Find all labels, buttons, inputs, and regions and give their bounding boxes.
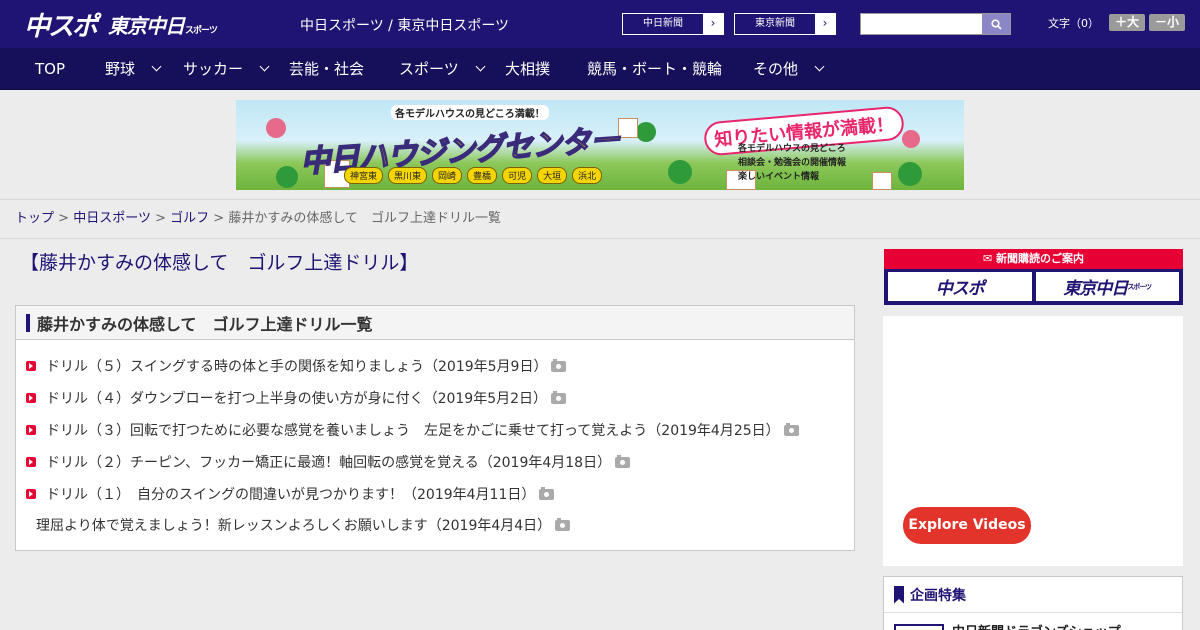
subscription-box: ✉ 新聞購読のご案内 中スポ 東京中日 スポーツ	[884, 249, 1183, 305]
feature-item[interactable]: 中日新聞ドラゴンズショップ	[884, 613, 1182, 630]
breadcrumb-golf[interactable]: ゴルフ	[170, 211, 209, 226]
tokyo-shimbun-button[interactable]: 東京新聞 ›	[734, 13, 836, 35]
arrow-bullet-icon	[26, 489, 36, 499]
chevron-down-icon	[814, 61, 825, 72]
font-size-label: 文字（0）	[1048, 16, 1099, 30]
arrow-bullet-icon	[26, 425, 36, 435]
search-input[interactable]	[861, 14, 982, 34]
ribbon-icon	[894, 585, 904, 604]
font-smaller-button[interactable]: －小	[1149, 14, 1186, 31]
font-size-control: 文字（0） ＋大 －小	[1048, 14, 1186, 31]
chevron-right-icon: ›	[815, 14, 835, 34]
camera-icon	[539, 486, 555, 500]
page-title: 【藤井かすみの体感して ゴルフ上達ドリル】	[20, 252, 419, 274]
banner-towns: 神宮東 黒川東 岡崎 豊橋 可児 大垣 浜北	[344, 167, 603, 184]
housing-center-banner[interactable]: 各モデルハウスの見どころ満載！ 中日ハウジングセンター 知りたい情報が満載！ 各…	[236, 100, 964, 190]
search-button[interactable]	[982, 14, 1010, 34]
chevron-down-icon	[259, 61, 270, 72]
subscription-heading[interactable]: ✉ 新聞購読のご案内	[884, 249, 1183, 269]
newspaper-icon: ✉	[982, 252, 997, 265]
camera-icon	[555, 517, 571, 531]
explore-videos-button[interactable]: Explore Videos	[903, 507, 1031, 544]
chevron-down-icon	[151, 61, 162, 72]
nav-racing[interactable]: 競馬・ボート・競輪	[587, 48, 722, 90]
feature-box: 企画特集 中日新聞ドラゴンズショップ	[883, 576, 1183, 630]
arrow-bullet-icon	[26, 393, 36, 403]
site-links[interactable]: 中日スポーツ / 東京中日スポーツ	[300, 15, 509, 35]
logo-chuspo: 中スポ	[24, 11, 98, 42]
breadcrumb-top[interactable]: トップ	[15, 211, 54, 226]
chevron-right-icon: ›	[703, 14, 723, 34]
search-icon	[990, 18, 1002, 30]
nav-baseball[interactable]: 野球	[105, 48, 162, 90]
camera-icon	[551, 390, 567, 404]
list-item[interactable]: 理屈より体で覚えましょう！新レッスンよろしくお願いします（2019年4月4日）	[26, 510, 854, 540]
top-header: 中スポ 東京中日スポーツ 中日スポーツ / 東京中日スポーツ 中日新聞 › 東京…	[0, 0, 1200, 48]
nav-entertainment-society[interactable]: 芸能・社会	[289, 48, 364, 90]
article-list-box: 藤井かすみの体感して ゴルフ上達ドリル一覧 ドリル（５）スイングする時の体と手の…	[15, 305, 855, 551]
main-nav: TOP 野球 サッカー 芸能・社会 スポーツ 大相撲 競馬・ボート・競輪 その他	[0, 48, 1200, 90]
article-list: ドリル（５）スイングする時の体と手の関係を知りましょう（2019年5月9日） ド…	[16, 340, 854, 540]
nav-sports[interactable]: スポーツ	[399, 48, 486, 90]
subscribe-tokyo-chunichi-button[interactable]: 東京中日 スポーツ	[1035, 272, 1179, 301]
breadcrumb-current: 藤井かすみの体感して ゴルフ上達ドリル一覧	[228, 211, 501, 226]
logo-tokyo-chunichi: 東京中日スポーツ	[108, 13, 218, 38]
search-box	[860, 13, 1011, 35]
camera-icon	[615, 454, 631, 468]
camera-icon	[551, 358, 567, 372]
breadcrumb: トップ > 中日スポーツ > ゴルフ > 藤井かすみの体感して ゴルフ上達ドリル…	[0, 199, 1200, 239]
nav-sumo[interactable]: 大相撲	[505, 48, 550, 90]
font-larger-button[interactable]: ＋大	[1109, 14, 1146, 31]
camera-icon	[783, 422, 799, 436]
chunichi-shimbun-button[interactable]: 中日新聞 ›	[622, 13, 724, 35]
nav-soccer[interactable]: サッカー	[183, 48, 270, 90]
list-item[interactable]: ドリル（２）チーピン、フッカー矯正に最適！軸回転の感覚を覚える（2019年4月1…	[26, 446, 854, 478]
video-widget: Explore Videos	[883, 316, 1183, 566]
tokyo-shimbun-label: 東京新聞	[755, 18, 795, 29]
arrow-bullet-icon	[26, 457, 36, 467]
chevron-down-icon	[475, 61, 486, 72]
banner-info: 各モデルハウスの見どころ 相談会・勉強会の開催情報 楽しいイベント情報	[738, 144, 847, 182]
chunichi-shimbun-label: 中日新聞	[643, 18, 683, 29]
list-item[interactable]: ドリル（１） 自分のスイングの間違いが見つかります！（2019年4月11日）	[26, 478, 854, 510]
site-logo[interactable]: 中スポ 東京中日スポーツ	[24, 8, 218, 42]
nav-top[interactable]: TOP	[35, 48, 65, 90]
subscribe-chuspo-button[interactable]: 中スポ	[888, 272, 1032, 301]
nav-other[interactable]: その他	[753, 48, 825, 90]
banner-subtitle: 各モデルハウスの見どころ満載！	[391, 105, 549, 120]
feature-thumbnail	[894, 623, 944, 630]
article-list-heading: 藤井かすみの体感して ゴルフ上達ドリル一覧	[16, 306, 854, 340]
list-item[interactable]: ドリル（３）回転で打つために必要な感覚を養いましょう 左足をかごに乗せて打って覚…	[26, 414, 854, 446]
list-item[interactable]: ドリル（４）ダウンブローを打つ上半身の使い方が身に付く（2019年5月2日）	[26, 382, 854, 414]
list-item[interactable]: ドリル（５）スイングする時の体と手の関係を知りましょう（2019年5月9日）	[26, 350, 854, 382]
arrow-bullet-icon	[26, 361, 36, 371]
feature-heading: 企画特集	[884, 577, 1182, 613]
breadcrumb-chunichi-sports[interactable]: 中日スポーツ	[73, 211, 151, 226]
